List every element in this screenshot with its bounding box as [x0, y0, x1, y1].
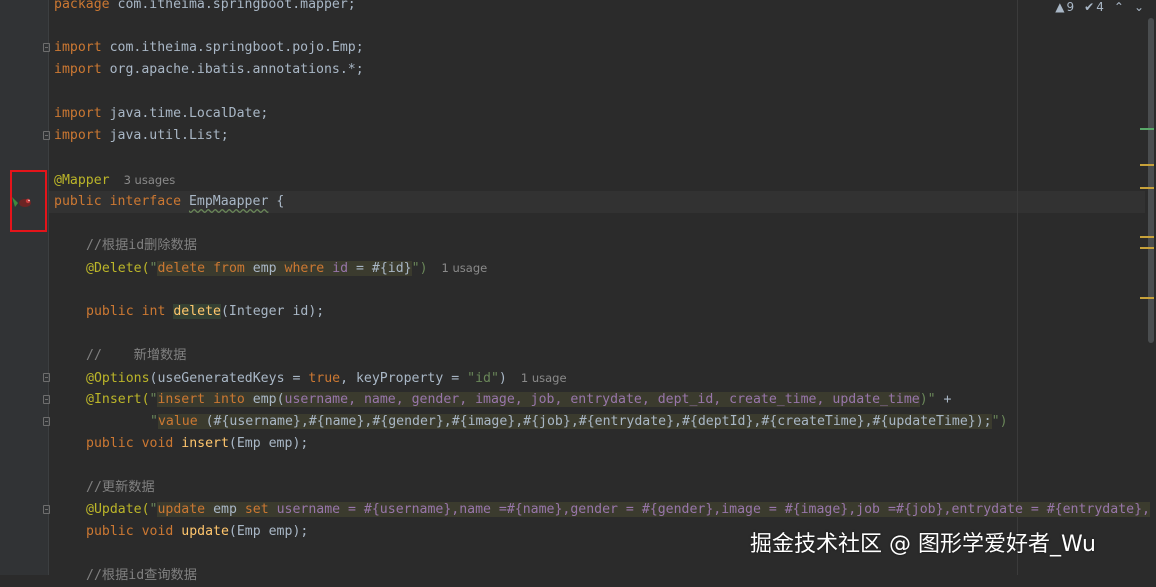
- fold-marker[interactable]: [43, 373, 50, 382]
- code-line-delete-annotation: @Delete("delete from emp where id = #{id…: [86, 261, 488, 276]
- fold-marker[interactable]: [43, 417, 50, 426]
- usage-hint[interactable]: 1 usage: [521, 371, 567, 385]
- scroll-marker[interactable]: [1140, 297, 1154, 299]
- check-icon: ✔: [1084, 0, 1095, 14]
- code-line-package: package com.itheima.springboot.mapper;: [54, 0, 356, 12]
- next-problem-arrow-icon[interactable]: ⌄: [1134, 0, 1144, 14]
- code-comment: //根据id查询数据: [86, 568, 197, 583]
- code-line-interface: public interface EmpMaapper {: [54, 194, 285, 209]
- usage-hint[interactable]: 3 usages: [124, 173, 176, 187]
- right-margin-guide: [1017, 0, 1018, 575]
- sql-fragment: insert into emp(username, name, gender, …: [157, 392, 920, 407]
- fold-marker[interactable]: [43, 395, 50, 404]
- annotation-highlight-box: [10, 170, 47, 232]
- scroll-thumb[interactable]: [1148, 18, 1154, 343]
- code-line-insert-values: "value (#{username},#{name},#{gender},#{…: [150, 414, 1008, 429]
- scroll-marker[interactable]: [1140, 128, 1154, 130]
- sql-fragment: value (#{username},#{name},#{gender},#{i…: [157, 414, 992, 429]
- code-comment: //根据id删除数据: [86, 238, 197, 253]
- usage-hint[interactable]: 1 usage: [442, 261, 488, 275]
- code-line-import: import org.apache.ibatis.annotations.*;: [54, 62, 364, 77]
- fold-marker[interactable]: [43, 43, 50, 52]
- previous-problem-arrow-icon[interactable]: ⌃: [1114, 0, 1124, 14]
- scroll-marker[interactable]: [1140, 164, 1154, 166]
- watermark: 掘金技术社区 @ 图形学爱好者_Wu: [750, 532, 1096, 557]
- code-line-import: import java.util.List;: [54, 128, 229, 143]
- warnings-indicator[interactable]: ▲ 9: [1055, 0, 1074, 14]
- scroll-marker[interactable]: [1140, 236, 1154, 238]
- checks-indicator[interactable]: ✔ 4: [1084, 0, 1104, 14]
- code-line-options-annotation: @Options(useGeneratedKeys = true, keyPro…: [86, 371, 567, 386]
- code-line-insert-annotation: @Insert("insert into emp(username, name,…: [86, 392, 952, 407]
- interface-name: EmpMaapper: [188, 194, 269, 209]
- vertical-scrollbar[interactable]: [1140, 0, 1156, 575]
- code-comment: // 新增数据: [86, 348, 187, 363]
- code-line-import: import com.itheima.springboot.pojo.Emp;: [54, 40, 364, 55]
- scroll-marker[interactable]: [1140, 187, 1154, 189]
- code-line-insert-method: public void insert(Emp emp);: [86, 436, 309, 451]
- warning-icon: ▲: [1055, 0, 1065, 14]
- gutter-divider: [48, 0, 49, 575]
- code-comment: //更新数据: [86, 480, 155, 495]
- fold-marker[interactable]: [43, 505, 50, 514]
- sql-fragment: delete from emp where id = #{id}: [157, 261, 412, 276]
- code-line-update-method: public void update(Emp emp);: [86, 524, 309, 539]
- code-line-delete-method: public int delete(Integer id);: [86, 304, 325, 319]
- inspection-status[interactable]: ▲ 9 ✔ 4 ⌃ ⌄: [1055, 0, 1144, 14]
- code-line-mapper-annotation: @Mapper 3 usages: [54, 173, 176, 188]
- sql-fragment: update emp set username = #{username},na…: [157, 502, 1150, 517]
- code-line-import: import java.time.LocalDate;: [54, 106, 269, 121]
- scroll-marker[interactable]: [1140, 247, 1154, 249]
- editor-gutter: [0, 0, 48, 575]
- code-line-update-annotation: @Update("update emp set username = #{use…: [86, 502, 1150, 517]
- fold-marker[interactable]: [43, 131, 50, 140]
